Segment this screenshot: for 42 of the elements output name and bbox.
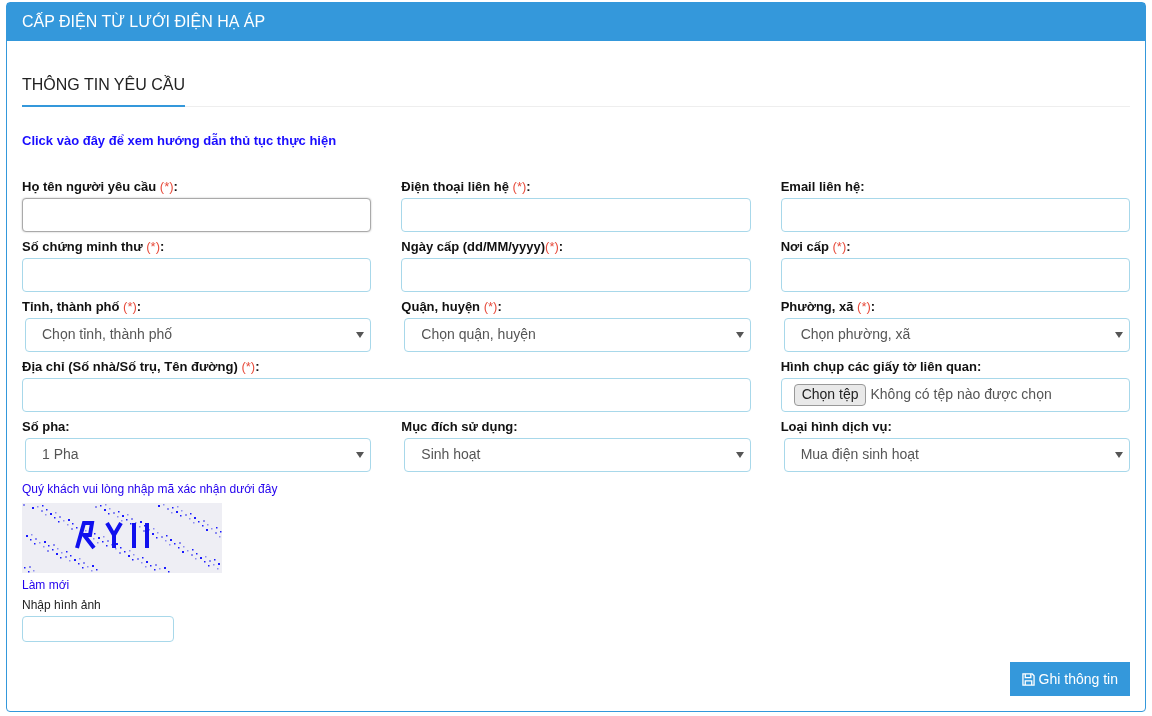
- file-status: Không có tệp nào được chọn: [870, 385, 1052, 404]
- field-label: Phường, xã (*):: [780, 298, 877, 315]
- guide-link[interactable]: Click vào đây để xem hướng dẫn thủ tục thực hiện: [22, 131, 337, 151]
- dropdown-caret-icon: [735, 331, 744, 338]
- captcha-prompt: Quý khách vui lòng nhập mã xác nhận dưới đây: [22, 480, 278, 498]
- field-label: Họ tên người yêu cầu (*):: [22, 178, 179, 195]
- field-label: Số chứng minh thư (*):: [22, 238, 166, 255]
- input-field[interactable]: [780, 257, 1130, 292]
- dropdown-caret-icon: [1115, 451, 1123, 458]
- select-dropdown[interactable]: Chọn quận, huyện: [404, 317, 751, 352]
- field-label: Email liên hệ:: [780, 178, 866, 195]
- field-label: Quận, huyện (*):: [401, 298, 503, 315]
- refresh-link[interactable]: Làm mới: [22, 575, 70, 594]
- input-field[interactable]: [22, 257, 372, 292]
- field-label: Ngày cấp (dd/MM/yyyy)(*):: [401, 238, 565, 255]
- select-dropdown[interactable]: Mua điện sinh hoạt: [783, 437, 1130, 472]
- dropdown-caret-icon: [356, 451, 365, 458]
- select-dropdown[interactable]: Chọn tỉnh, thành phố: [25, 317, 372, 352]
- input-field[interactable]: [22, 377, 751, 412]
- field-label: Số pha:: [22, 418, 71, 435]
- field-label: Nơi cấp (*):: [780, 238, 852, 255]
- field-label: Mục đích sử dụng:: [401, 418, 519, 435]
- input-field[interactable]: [401, 197, 751, 232]
- panel-title: CẤP ĐIỆN TỪ LƯỚI ĐIỆN HẠ ÁP: [22, 11, 266, 32]
- field-label: Hình chụp các giấy tờ liên quan:: [780, 358, 983, 375]
- choose-file-button[interactable]: Chọn tệp: [793, 383, 867, 406]
- input-field[interactable]: [780, 197, 1130, 232]
- dropdown-caret-icon: [1115, 331, 1123, 338]
- select-dropdown[interactable]: Chọn phường, xã: [783, 317, 1130, 352]
- field-label: Địa chỉ (Số nhà/Số trụ, Tên đường) (*):: [22, 358, 261, 375]
- dropdown-caret-icon: [356, 331, 365, 338]
- select-dropdown[interactable]: 1 Pha: [25, 437, 372, 472]
- input-field[interactable]: [401, 257, 751, 292]
- field-label: Điện thoại liên hệ (*):: [401, 178, 532, 195]
- captcha-input-label: Nhập hình ảnh: [22, 596, 101, 614]
- select-dropdown[interactable]: Sinh hoạt: [404, 437, 751, 472]
- field-label: Loại hình dịch vụ:: [780, 418, 893, 435]
- captcha-input[interactable]: [22, 615, 174, 642]
- dropdown-caret-icon: [735, 451, 744, 458]
- input-field[interactable]: [22, 197, 372, 232]
- field-label: Tỉnh, thành phố (*):: [22, 298, 143, 315]
- file-input[interactable]: Chọn tệp Không có tệp nào được chọn: [780, 377, 1130, 412]
